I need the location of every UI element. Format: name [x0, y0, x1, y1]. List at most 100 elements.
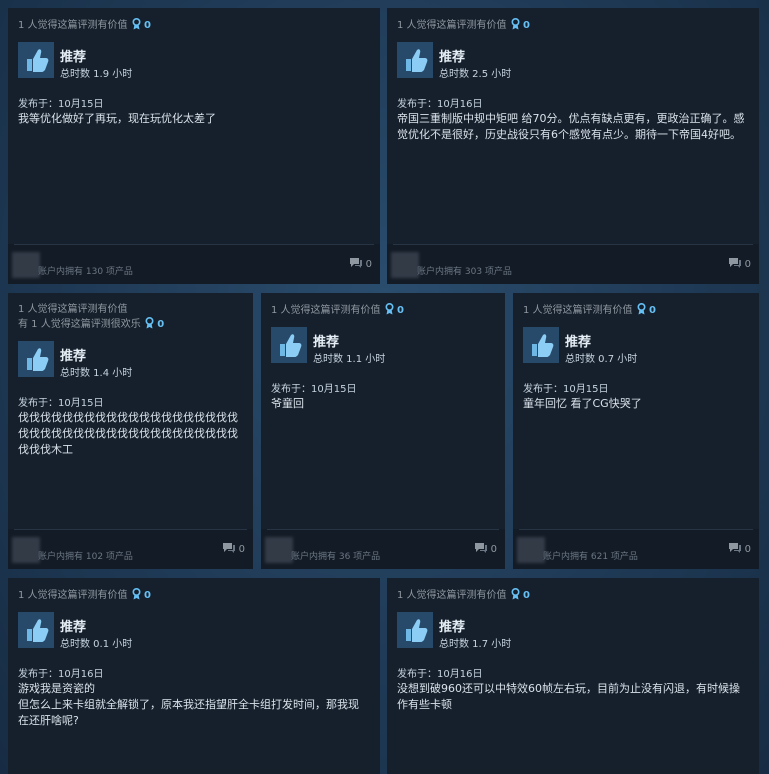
recommendation-label: 推荐 [439, 50, 466, 65]
review-footer: 账户内拥有 621 项产品 0 [513, 529, 759, 569]
products-owned: 账户内拥有 102 项产品 [38, 552, 133, 562]
comments-button[interactable]: 0 [728, 257, 751, 270]
award-count: 0 [397, 305, 404, 316]
posted-date: 发布于：10月15日 [18, 99, 104, 110]
avatar[interactable] [391, 252, 419, 278]
review-card: 1 人觉得这篇评测有价值 0 推荐 总时数 2.5 小时 发布于：10月16日 … [387, 8, 759, 284]
playtime-hours: 总时数 2.5 小时 [439, 69, 512, 80]
products-owned: 账户内拥有 130 项产品 [38, 267, 133, 277]
recommendation-label: 推荐 [60, 349, 87, 364]
playtime-hours: 总时数 0.7 小时 [565, 354, 638, 365]
recommendation-label: 推荐 [60, 50, 87, 65]
review-text: 游戏我是资瓷的 但怎么上来卡组就全解锁了，原本我还指望肝全卡组打发时间，那我现在… [18, 682, 359, 727]
comment-count: 0 [744, 544, 751, 555]
divider [14, 529, 247, 530]
award-icon [511, 17, 520, 30]
helpful-line: 1 人觉得这篇评测有价值 0 [397, 587, 530, 601]
comment-icon [728, 543, 741, 553]
helpful-line: 1 人觉得这篇评测有价值 0 [523, 302, 656, 316]
comments-button[interactable]: 0 [474, 542, 497, 555]
review-card: 1 人觉得这篇评测有价值 0 推荐 总时数 0.7 小时 发布于：10月15日 … [513, 293, 759, 569]
helpful-line: 1 人觉得这篇评测有价值 0 [18, 17, 151, 31]
review-card: 1 人觉得这篇评测有价值 0 推荐 总时数 1.9 小时 发布于：10月15日 … [8, 8, 380, 284]
helpful-votes: 1 人觉得这篇评测有价值 0 [523, 302, 656, 318]
posted-date: 发布于：10月15日 [523, 384, 609, 395]
comments-button[interactable]: 0 [349, 257, 372, 270]
comment-icon [349, 258, 362, 268]
comment-count: 0 [238, 544, 245, 555]
helpful-votes: 1 人觉得这篇评测有价值 0 [18, 587, 151, 603]
posted-date: 发布于：10月16日 [18, 669, 104, 680]
helpful-votes: 1 人觉得这篇评测有价值 0 [18, 17, 151, 33]
avatar[interactable] [12, 252, 40, 278]
review-text: 伐伐伐伐伐伐伐伐伐伐伐伐伐伐伐伐伐伐伐伐伐伐伐伐伐伐伐伐伐伐伐伐伐伐伐伐伐伐伐伐… [18, 411, 238, 456]
divider [393, 244, 753, 245]
comment-count: 0 [365, 259, 372, 270]
helpful-votes: 1 人觉得这篇评测有价值有 1 人觉得这篇评测很欢乐 0 [18, 303, 164, 332]
thumbs-up-icon [523, 327, 559, 363]
award-badge[interactable]: 0 [637, 302, 656, 316]
comments-button[interactable]: 0 [728, 542, 751, 555]
comment-icon [222, 543, 235, 553]
playtime-hours: 总时数 1.4 小时 [60, 368, 133, 379]
comments-button[interactable]: 0 [222, 542, 245, 555]
award-icon [132, 17, 141, 30]
recommendation-label: 推荐 [439, 620, 466, 635]
review-card: 1 人觉得这篇评测有价值 0 推荐 总时数 0.1 小时 发布于：10月16日 … [8, 578, 380, 774]
divider [267, 529, 499, 530]
award-badge[interactable]: 0 [511, 587, 530, 601]
review-text: 童年回忆 看了CG快哭了 [523, 397, 642, 410]
award-count: 0 [649, 305, 656, 316]
review-footer: 账户内拥有 303 项产品 0 [387, 244, 759, 284]
award-icon [145, 316, 154, 329]
playtime-hours: 总时数 0.1 小时 [60, 639, 133, 650]
comment-count: 0 [744, 259, 751, 270]
playtime-hours: 总时数 1.9 小时 [60, 69, 133, 80]
playtime-hours: 总时数 1.1 小时 [313, 354, 386, 365]
posted-date: 发布于：10月16日 [397, 99, 483, 110]
award-badge[interactable]: 0 [132, 17, 151, 31]
thumbs-up-icon [18, 341, 54, 377]
thumbs-up-icon [18, 612, 54, 648]
helpful-line: 1 人觉得这篇评测有价值 0 [271, 302, 404, 316]
recommendation-label: 推荐 [565, 335, 592, 350]
posted-date: 发布于：10月15日 [18, 398, 104, 409]
divider [519, 529, 753, 530]
award-badge[interactable]: 0 [145, 316, 165, 330]
award-badge[interactable]: 0 [385, 302, 404, 316]
review-footer: 账户内拥有 36 项产品 0 [261, 529, 505, 569]
award-count: 0 [157, 319, 165, 330]
award-icon [132, 587, 141, 600]
review-card: 1 人觉得这篇评测有价值有 1 人觉得这篇评测很欢乐 0 推荐 总时数 1.4 … [8, 293, 253, 569]
posted-date: 发布于：10月15日 [271, 384, 357, 395]
award-badge[interactable]: 0 [132, 587, 151, 601]
review-text: 帝国三重制版中规中矩吧 给70分。优点有缺点更有，更政治正确了。感觉优化不是很好… [397, 112, 745, 141]
avatar[interactable] [517, 537, 545, 563]
thumbs-up-icon [18, 42, 54, 78]
helpful-line: 有 1 人觉得这篇评测很欢乐 0 [18, 316, 165, 330]
review-text: 爷童回 [271, 397, 304, 410]
helpful-votes: 1 人觉得这篇评测有价值 0 [271, 302, 404, 318]
comment-count: 0 [490, 544, 497, 555]
thumbs-up-icon [397, 42, 433, 78]
award-icon [637, 302, 646, 315]
playtime-hours: 总时数 1.7 小时 [439, 639, 512, 650]
award-badge[interactable]: 0 [511, 17, 530, 31]
thumbs-up-icon [271, 327, 307, 363]
thumbs-up-icon [397, 612, 433, 648]
comment-icon [474, 543, 487, 553]
avatar[interactable] [12, 537, 40, 563]
posted-date: 发布于：10月16日 [397, 669, 483, 680]
review-footer: 账户内拥有 102 项产品 0 [8, 529, 253, 569]
avatar[interactable] [265, 537, 293, 563]
helpful-votes: 1 人觉得这篇评测有价值 0 [397, 17, 530, 33]
products-owned: 账户内拥有 303 项产品 [417, 267, 512, 277]
award-count: 0 [144, 20, 151, 31]
divider [14, 244, 374, 245]
products-owned: 账户内拥有 621 项产品 [543, 552, 638, 562]
award-count: 0 [523, 590, 530, 601]
helpful-line: 1 人觉得这篇评测有价值 [18, 304, 128, 315]
review-text: 我等优化做好了再玩，现在玩优化太差了 [18, 112, 216, 125]
review-footer: 账户内拥有 130 项产品 0 [8, 244, 380, 284]
products-owned: 账户内拥有 36 项产品 [291, 552, 381, 562]
